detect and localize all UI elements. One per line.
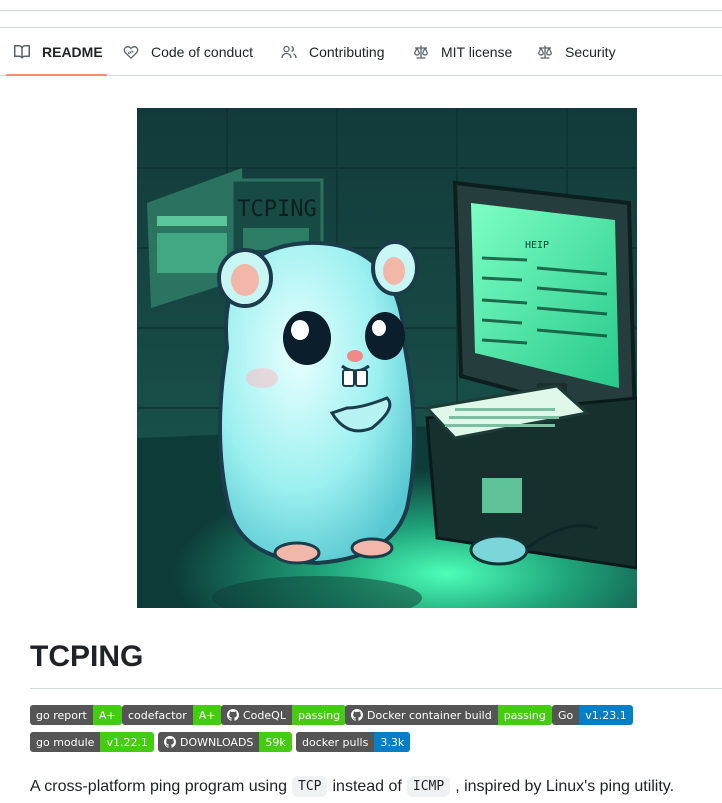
badge-codefactor[interactable]: codefactor A+ — [122, 705, 222, 725]
tab-label: README — [42, 44, 103, 60]
badge-docker-pulls[interactable]: docker pulls 3.3k — [296, 732, 411, 752]
badge-go-version[interactable]: Go v1.23.1 — [552, 705, 633, 725]
inline-code-tcp: TCP — [292, 776, 328, 797]
description-text: , inspired by Linux's ping utility. — [455, 777, 675, 795]
readme-tab-bar: README Code of conduct Contributing MIT … — [0, 27, 722, 76]
badge-value: v1.23.1 — [579, 705, 633, 725]
project-description: A cross-platform ping program using TCP … — [30, 776, 674, 797]
law-icon — [537, 44, 553, 60]
description-text: instead of — [332, 777, 402, 795]
badge-value: passing — [497, 705, 552, 725]
github-icon — [351, 709, 363, 721]
inline-code-icmp: ICMP — [406, 776, 451, 797]
github-icon — [227, 709, 239, 721]
law-icon — [413, 44, 429, 60]
badge-value: v1.22.1 — [100, 732, 154, 752]
badge-docker-build[interactable]: Docker container build passing — [345, 705, 552, 725]
badge-codeql[interactable]: CodeQL passing — [221, 705, 347, 725]
tab-label: Code of conduct — [151, 44, 253, 60]
tab-mit-license[interactable]: MIT license — [413, 28, 512, 76]
page-title: TCPING — [30, 640, 144, 673]
badge-label: DOWNLOADS — [180, 735, 254, 749]
badge-value: A+ — [92, 705, 122, 725]
badge-downloads[interactable]: DOWNLOADS 59k — [158, 732, 292, 752]
badge-go-report[interactable]: go report A+ — [30, 705, 122, 725]
badge-go-module[interactable]: go module v1.22.1 — [30, 732, 154, 752]
tab-label: Contributing — [309, 44, 385, 60]
badge-label: go report — [30, 705, 93, 725]
description-text: A cross-platform ping program using — [30, 777, 287, 795]
people-icon — [281, 44, 297, 60]
code-of-conduct-icon — [123, 44, 139, 60]
badge-value: 59k — [259, 732, 292, 752]
tab-readme[interactable]: README — [14, 28, 103, 76]
tab-label: MIT license — [441, 44, 513, 60]
badge-label: Go — [552, 705, 580, 725]
active-tab-underline — [6, 74, 107, 76]
tab-contributing[interactable]: Contributing — [281, 28, 385, 76]
svg-text:HEIP: HEIP — [525, 240, 549, 251]
hero-illustration: TCPING HEIP — [137, 108, 637, 608]
heading-divider — [30, 688, 722, 689]
badge-value: 3.3k — [374, 732, 411, 752]
tab-code-of-conduct[interactable]: Code of conduct — [123, 28, 253, 76]
badge-value: passing — [291, 705, 347, 725]
badge-label: docker pulls — [296, 732, 375, 752]
badge-label: Docker container build — [367, 708, 492, 722]
github-icon — [164, 736, 176, 748]
book-icon — [14, 44, 30, 60]
svg-text:TCPING: TCPING — [237, 197, 316, 222]
tab-label: Security — [565, 44, 616, 60]
top-strip — [0, 0, 722, 11]
badge-value: A+ — [192, 705, 222, 725]
tab-security[interactable]: Security — [537, 28, 616, 76]
badge-label: go module — [30, 732, 101, 752]
badge-label: codefactor — [122, 705, 193, 725]
badge-label: CodeQL — [243, 708, 286, 722]
